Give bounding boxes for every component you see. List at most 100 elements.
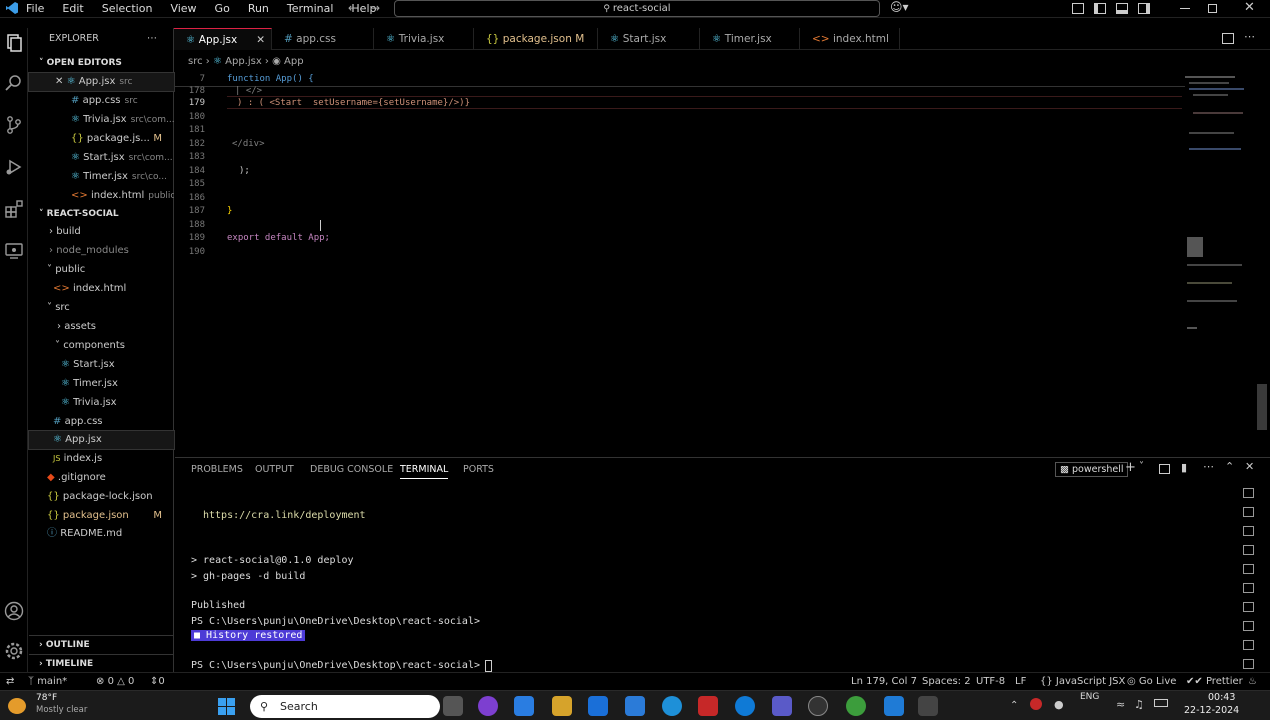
tab-output[interactable]: OUTPUT [255,464,294,475]
microphone-icon[interactable]: ● [1054,698,1064,711]
open-editors-header[interactable]: ˅ OPEN EDITORS [29,54,174,72]
tree-folder-public[interactable]: ˅ public [29,261,174,279]
code-line[interactable]: ); [239,166,250,176]
toggle-primary-sidebar-icon[interactable] [1094,3,1106,14]
language-indicator[interactable]: ENG [1080,692,1099,702]
code-line[interactable]: ) : ( <Start setUsername={setUsername}/>… [237,98,470,108]
run-debug-icon[interactable] [3,156,25,178]
tree-file-gitignore[interactable]: ◆ .gitignore [29,469,174,487]
file-explorer-icon[interactable] [552,696,572,716]
remote-icon[interactable]: ⇄ [6,676,14,687]
tree-file-start[interactable]: ⚛ Start.jsx [29,356,174,374]
tab-index-html[interactable]: <> index.html [800,28,900,50]
minimize-icon[interactable] [1180,8,1190,9]
menu-selection[interactable]: Selection [102,2,153,15]
problems-status[interactable]: ⊗ 0 △ 0 [96,676,134,687]
weather-icon[interactable] [8,698,26,714]
code-line[interactable]: } [227,206,232,216]
maximize-panel-icon[interactable]: ⌃ [1225,460,1234,473]
terminal-instance-icon[interactable] [1243,564,1254,574]
terminal-instance-icon[interactable] [1243,583,1254,593]
screen-recorder-icon[interactable] [918,696,938,716]
terminal-instance-icon[interactable] [1243,545,1254,555]
toggle-panel-icon[interactable] [1116,3,1128,14]
tree-file-trivia[interactable]: ⚛ Trivia.jsx [29,394,174,412]
tree-folder-components[interactable]: ˅ components [29,337,174,355]
chevron-up-icon[interactable]: ⌃ [1010,700,1018,711]
account-icon[interactable] [3,600,25,622]
more-actions-icon[interactable]: ⋯ [1244,30,1255,43]
mcafee-tray-icon[interactable] [1030,698,1042,710]
open-editor-item[interactable]: ✕ ⚛ App.jsx src [28,72,175,92]
tree-folder-build[interactable]: › build [29,223,174,241]
chrome-icon[interactable] [846,696,866,716]
media-player-icon[interactable] [808,696,828,716]
timeline-header[interactable]: › TIMELINE [29,654,174,672]
menu-file[interactable]: File [26,2,44,15]
tree-file-app-css[interactable]: # app.css [29,413,174,431]
tab-start-jsx[interactable]: ⚛ Start.jsx [598,28,700,50]
language-mode[interactable]: {} JavaScript JSX [1040,676,1125,687]
tab-ports[interactable]: PORTS [463,464,494,475]
breadcrumb-file[interactable]: App.jsx [225,56,262,67]
forward-arrow-icon[interactable]: → [370,1,380,15]
open-editor-item[interactable]: {} package.js... M [29,130,174,148]
prettier-status[interactable]: ✔✔ Prettier [1186,676,1243,687]
cursor-position[interactable]: Ln 179, Col 7 [851,676,917,687]
tree-file-package-json[interactable]: {} package.json M [29,507,174,525]
terminal-instance-icon[interactable] [1243,621,1254,631]
ports-status[interactable]: ⇕0 [150,676,165,687]
terminal-instance-icon[interactable] [1243,507,1254,517]
split-terminal-icon[interactable] [1159,464,1170,474]
menu-edit[interactable]: Edit [62,2,83,15]
vscode-taskbar-icon[interactable] [884,696,904,716]
open-editor-item[interactable]: ⚛ Start.jsx src\com... [29,149,174,167]
breadcrumb-symbol[interactable]: App [284,56,304,67]
terminal-link[interactable]: https://cra.link/deployment [203,510,366,521]
toggle-sidebar-icon[interactable] [1072,3,1084,14]
taskbar-search[interactable]: ⚲ Search [250,695,440,718]
task-view-icon[interactable] [443,696,463,716]
wifi-icon[interactable]: ≈ [1116,698,1125,711]
terminal-prompt[interactable]: PS C:\Users\punju\OneDrive\Desktop\react… [191,660,480,671]
go-live-button[interactable]: ◎ Go Live [1127,676,1176,687]
close-panel-icon[interactable]: ✕ [1245,460,1254,473]
trash-icon[interactable]: ▮ [1181,461,1187,474]
new-terminal-icon[interactable]: + [1125,460,1136,475]
open-editor-item[interactable]: # app.css src [29,92,174,110]
terminal-instance-icon[interactable] [1243,488,1254,498]
remote-explorer-icon[interactable] [3,240,25,262]
notifications-icon[interactable]: ♨ [1248,676,1257,687]
command-center-search[interactable]: ⚲ react-social [394,0,880,17]
terminal-shell-selector[interactable]: ▩ powershell [1055,462,1129,477]
tree-folder-src[interactable]: ˅ src [29,299,174,317]
menu-run[interactable]: Run [248,2,269,15]
back-arrow-icon[interactable]: ← [348,1,358,15]
menu-view[interactable]: View [170,2,196,15]
scrollbar-thumb[interactable] [1257,384,1267,430]
close-icon[interactable]: ✕ [256,29,265,51]
tree-file-app-jsx[interactable]: ⚛ App.jsx [28,430,175,450]
tree-file-index-html[interactable]: <> index.html [29,280,174,298]
encoding[interactable]: UTF-8 [976,676,1005,687]
explorer-more-icon[interactable]: ⋯ [147,30,167,48]
more-actions-icon[interactable]: ⋯ [1203,460,1214,473]
volume-icon[interactable]: ♫ [1134,698,1144,711]
indentation[interactable]: Spaces: 2 [922,676,971,687]
outline-header[interactable]: › OUTLINE [29,635,174,653]
extensions-icon[interactable] [3,198,25,220]
settings-gear-icon[interactable] [3,640,25,662]
tree-folder-node-modules[interactable]: › node_modules [29,242,174,260]
edge-beta-icon[interactable] [735,696,755,716]
end-of-line[interactable]: LF [1015,676,1026,687]
menu-terminal[interactable]: Terminal [287,2,334,15]
breadcrumb-src[interactable]: src [188,56,203,67]
tab-app-jsx[interactable]: ⚛ App.jsx ✕ [174,28,272,50]
tab-problems[interactable]: PROBLEMS [191,464,243,475]
code-line[interactable]: export default App; [227,233,330,243]
tab-timer-jsx[interactable]: ⚛ Timer.jsx [700,28,800,50]
mcafee-icon[interactable] [698,696,718,716]
tree-file-timer[interactable]: ⚛ Timer.jsx [29,375,174,393]
sticky-scroll-line[interactable]: function App() { [227,74,314,84]
tree-file-readme[interactable]: ⓘ README.md [29,525,174,543]
